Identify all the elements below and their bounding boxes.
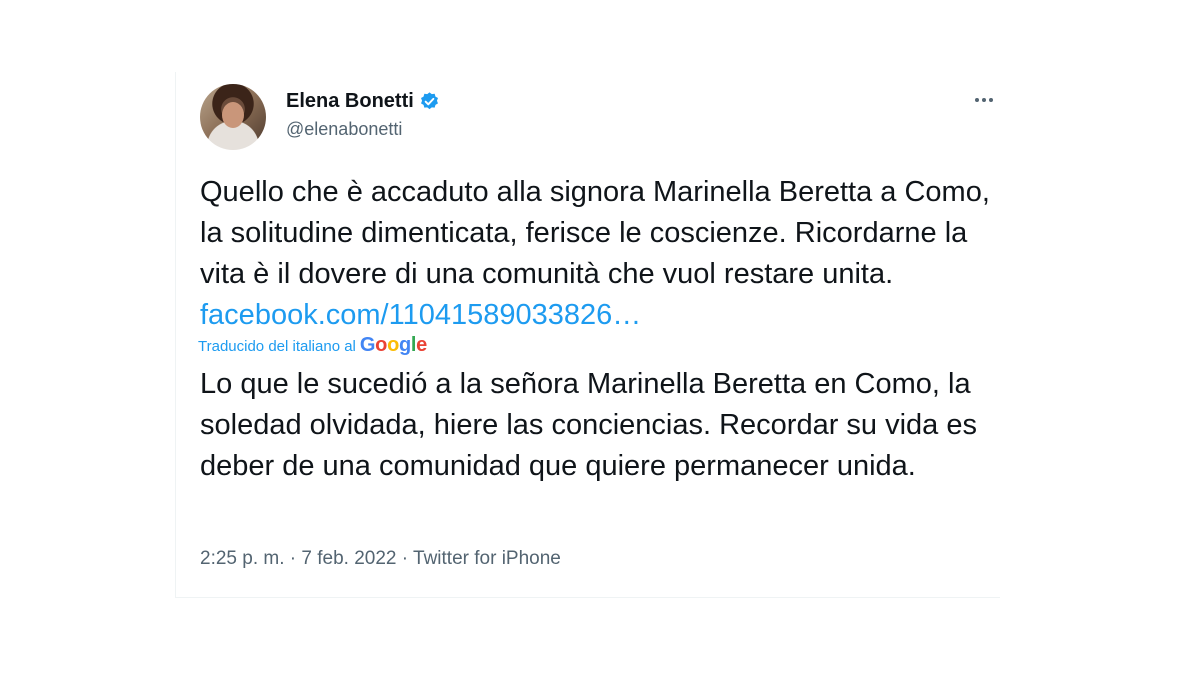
translated-by-label: Traducido del italiano al [198, 338, 356, 355]
meta-separator: · [289, 548, 297, 569]
tweet-date[interactable]: 7 feb. 2022 [301, 548, 396, 569]
verified-badge-icon [419, 91, 440, 112]
tweet-card: Elena Bonetti @elenabonetti Quello che è… [175, 72, 1000, 598]
tweet-metadata: 2:25 p. m. · 7 feb. 2022 · Twitter for i… [200, 548, 561, 570]
more-options-icon[interactable] [970, 88, 998, 112]
meta-separator: · [401, 548, 409, 569]
google-logo: Google [359, 334, 427, 356]
avatar[interactable] [200, 84, 266, 150]
tweet-time[interactable]: 2:25 p. m. [200, 548, 285, 569]
author-name-row: Elena Bonetti [286, 90, 440, 113]
more-dot [982, 98, 986, 102]
author-display-name[interactable]: Elena Bonetti [286, 90, 414, 113]
tweet-source[interactable]: Twitter for iPhone [413, 548, 561, 569]
tweet-link[interactable]: facebook.com/11041589033826… [200, 299, 641, 331]
author-handle[interactable]: @elenabonetti [286, 119, 440, 140]
author-block: Elena Bonetti @elenabonetti [286, 90, 440, 140]
tweet-text: Quello che è accaduto alla signora Marin… [200, 172, 990, 336]
avatar-face [222, 102, 244, 128]
more-dot [989, 98, 993, 102]
translated-text: Lo que le sucedió a la señora Marinella … [200, 368, 977, 482]
translation-attribution[interactable]: Traducido del italiano al Google [198, 334, 427, 357]
more-dot [975, 98, 979, 102]
tweet-text-body: Quello che è accaduto alla signora Marin… [200, 176, 990, 290]
